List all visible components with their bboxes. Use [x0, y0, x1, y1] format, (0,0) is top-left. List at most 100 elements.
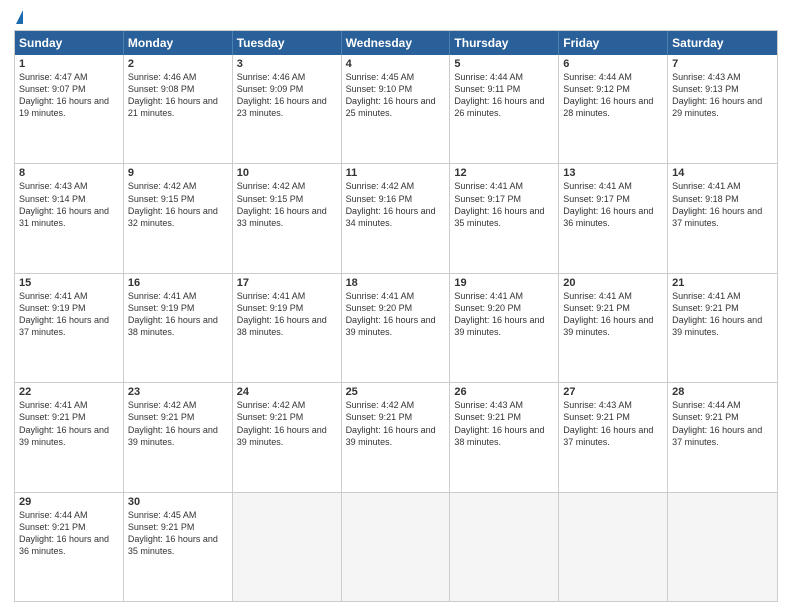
cell-sun-info: Sunrise: 4:42 AM Sunset: 9:21 PM Dayligh…: [128, 399, 228, 448]
cell-sun-info: Sunrise: 4:44 AM Sunset: 9:21 PM Dayligh…: [19, 509, 119, 558]
day-cell-5: 5Sunrise: 4:44 AM Sunset: 9:11 PM Daylig…: [450, 55, 559, 163]
day-cell-6: 6Sunrise: 4:44 AM Sunset: 9:12 PM Daylig…: [559, 55, 668, 163]
day-cell-10: 10Sunrise: 4:42 AM Sunset: 9:15 PM Dayli…: [233, 164, 342, 272]
day-cell-15: 15Sunrise: 4:41 AM Sunset: 9:19 PM Dayli…: [15, 274, 124, 382]
header-day-thursday: Thursday: [450, 31, 559, 55]
cell-sun-info: Sunrise: 4:42 AM Sunset: 9:15 PM Dayligh…: [237, 180, 337, 229]
day-cell-22: 22Sunrise: 4:41 AM Sunset: 9:21 PM Dayli…: [15, 383, 124, 491]
day-cell-20: 20Sunrise: 4:41 AM Sunset: 9:21 PM Dayli…: [559, 274, 668, 382]
day-cell-3: 3Sunrise: 4:46 AM Sunset: 9:09 PM Daylig…: [233, 55, 342, 163]
cell-sun-info: Sunrise: 4:42 AM Sunset: 9:15 PM Dayligh…: [128, 180, 228, 229]
logo-triangle-icon: [16, 10, 23, 24]
header-day-wednesday: Wednesday: [342, 31, 451, 55]
day-cell-8: 8Sunrise: 4:43 AM Sunset: 9:14 PM Daylig…: [15, 164, 124, 272]
day-number: 3: [237, 58, 337, 70]
cell-sun-info: Sunrise: 4:41 AM Sunset: 9:21 PM Dayligh…: [19, 399, 119, 448]
page: SundayMondayTuesdayWednesdayThursdayFrid…: [0, 0, 792, 612]
day-cell-17: 17Sunrise: 4:41 AM Sunset: 9:19 PM Dayli…: [233, 274, 342, 382]
day-cell-27: 27Sunrise: 4:43 AM Sunset: 9:21 PM Dayli…: [559, 383, 668, 491]
cell-sun-info: Sunrise: 4:42 AM Sunset: 9:21 PM Dayligh…: [237, 399, 337, 448]
calendar-header-row: SundayMondayTuesdayWednesdayThursdayFrid…: [15, 31, 777, 55]
day-number: 18: [346, 277, 446, 289]
day-cell-16: 16Sunrise: 4:41 AM Sunset: 9:19 PM Dayli…: [124, 274, 233, 382]
empty-cell: [450, 493, 559, 601]
cell-sun-info: Sunrise: 4:43 AM Sunset: 9:21 PM Dayligh…: [563, 399, 663, 448]
day-cell-25: 25Sunrise: 4:42 AM Sunset: 9:21 PM Dayli…: [342, 383, 451, 491]
day-cell-26: 26Sunrise: 4:43 AM Sunset: 9:21 PM Dayli…: [450, 383, 559, 491]
empty-cell: [668, 493, 777, 601]
calendar-week-2: 8Sunrise: 4:43 AM Sunset: 9:14 PM Daylig…: [15, 163, 777, 272]
day-number: 15: [19, 277, 119, 289]
day-number: 9: [128, 167, 228, 179]
cell-sun-info: Sunrise: 4:43 AM Sunset: 9:14 PM Dayligh…: [19, 180, 119, 229]
day-cell-19: 19Sunrise: 4:41 AM Sunset: 9:20 PM Dayli…: [450, 274, 559, 382]
day-number: 7: [672, 58, 773, 70]
day-number: 13: [563, 167, 663, 179]
day-cell-2: 2Sunrise: 4:46 AM Sunset: 9:08 PM Daylig…: [124, 55, 233, 163]
header-day-sunday: Sunday: [15, 31, 124, 55]
day-cell-23: 23Sunrise: 4:42 AM Sunset: 9:21 PM Dayli…: [124, 383, 233, 491]
cell-sun-info: Sunrise: 4:46 AM Sunset: 9:09 PM Dayligh…: [237, 71, 337, 120]
day-number: 12: [454, 167, 554, 179]
cell-sun-info: Sunrise: 4:41 AM Sunset: 9:17 PM Dayligh…: [563, 180, 663, 229]
cell-sun-info: Sunrise: 4:41 AM Sunset: 9:21 PM Dayligh…: [672, 290, 773, 339]
day-number: 28: [672, 386, 773, 398]
header-day-monday: Monday: [124, 31, 233, 55]
cell-sun-info: Sunrise: 4:41 AM Sunset: 9:20 PM Dayligh…: [454, 290, 554, 339]
calendar: SundayMondayTuesdayWednesdayThursdayFrid…: [14, 30, 778, 602]
cell-sun-info: Sunrise: 4:41 AM Sunset: 9:19 PM Dayligh…: [19, 290, 119, 339]
day-number: 23: [128, 386, 228, 398]
day-cell-29: 29Sunrise: 4:44 AM Sunset: 9:21 PM Dayli…: [15, 493, 124, 601]
day-number: 27: [563, 386, 663, 398]
cell-sun-info: Sunrise: 4:45 AM Sunset: 9:10 PM Dayligh…: [346, 71, 446, 120]
cell-sun-info: Sunrise: 4:44 AM Sunset: 9:11 PM Dayligh…: [454, 71, 554, 120]
calendar-week-5: 29Sunrise: 4:44 AM Sunset: 9:21 PM Dayli…: [15, 492, 777, 601]
header: [14, 10, 778, 24]
cell-sun-info: Sunrise: 4:44 AM Sunset: 9:21 PM Dayligh…: [672, 399, 773, 448]
cell-sun-info: Sunrise: 4:41 AM Sunset: 9:20 PM Dayligh…: [346, 290, 446, 339]
calendar-week-3: 15Sunrise: 4:41 AM Sunset: 9:19 PM Dayli…: [15, 273, 777, 382]
day-cell-1: 1Sunrise: 4:47 AM Sunset: 9:07 PM Daylig…: [15, 55, 124, 163]
day-number: 24: [237, 386, 337, 398]
day-number: 29: [19, 496, 119, 508]
header-day-friday: Friday: [559, 31, 668, 55]
cell-sun-info: Sunrise: 4:41 AM Sunset: 9:21 PM Dayligh…: [563, 290, 663, 339]
day-number: 25: [346, 386, 446, 398]
calendar-week-4: 22Sunrise: 4:41 AM Sunset: 9:21 PM Dayli…: [15, 382, 777, 491]
cell-sun-info: Sunrise: 4:41 AM Sunset: 9:18 PM Dayligh…: [672, 180, 773, 229]
day-number: 11: [346, 167, 446, 179]
day-number: 10: [237, 167, 337, 179]
day-number: 4: [346, 58, 446, 70]
cell-sun-info: Sunrise: 4:47 AM Sunset: 9:07 PM Dayligh…: [19, 71, 119, 120]
day-number: 14: [672, 167, 773, 179]
day-cell-4: 4Sunrise: 4:45 AM Sunset: 9:10 PM Daylig…: [342, 55, 451, 163]
day-number: 2: [128, 58, 228, 70]
day-number: 20: [563, 277, 663, 289]
cell-sun-info: Sunrise: 4:41 AM Sunset: 9:19 PM Dayligh…: [237, 290, 337, 339]
day-cell-14: 14Sunrise: 4:41 AM Sunset: 9:18 PM Dayli…: [668, 164, 777, 272]
day-cell-7: 7Sunrise: 4:43 AM Sunset: 9:13 PM Daylig…: [668, 55, 777, 163]
calendar-body: 1Sunrise: 4:47 AM Sunset: 9:07 PM Daylig…: [15, 55, 777, 601]
header-day-tuesday: Tuesday: [233, 31, 342, 55]
day-cell-21: 21Sunrise: 4:41 AM Sunset: 9:21 PM Dayli…: [668, 274, 777, 382]
day-number: 21: [672, 277, 773, 289]
day-number: 5: [454, 58, 554, 70]
cell-sun-info: Sunrise: 4:44 AM Sunset: 9:12 PM Dayligh…: [563, 71, 663, 120]
day-cell-13: 13Sunrise: 4:41 AM Sunset: 9:17 PM Dayli…: [559, 164, 668, 272]
cell-sun-info: Sunrise: 4:41 AM Sunset: 9:17 PM Dayligh…: [454, 180, 554, 229]
day-number: 8: [19, 167, 119, 179]
day-cell-24: 24Sunrise: 4:42 AM Sunset: 9:21 PM Dayli…: [233, 383, 342, 491]
day-number: 17: [237, 277, 337, 289]
day-number: 19: [454, 277, 554, 289]
empty-cell: [342, 493, 451, 601]
day-number: 6: [563, 58, 663, 70]
cell-sun-info: Sunrise: 4:45 AM Sunset: 9:21 PM Dayligh…: [128, 509, 228, 558]
day-number: 1: [19, 58, 119, 70]
day-cell-12: 12Sunrise: 4:41 AM Sunset: 9:17 PM Dayli…: [450, 164, 559, 272]
day-cell-30: 30Sunrise: 4:45 AM Sunset: 9:21 PM Dayli…: [124, 493, 233, 601]
day-cell-28: 28Sunrise: 4:44 AM Sunset: 9:21 PM Dayli…: [668, 383, 777, 491]
day-number: 22: [19, 386, 119, 398]
cell-sun-info: Sunrise: 4:43 AM Sunset: 9:21 PM Dayligh…: [454, 399, 554, 448]
header-day-saturday: Saturday: [668, 31, 777, 55]
day-number: 30: [128, 496, 228, 508]
